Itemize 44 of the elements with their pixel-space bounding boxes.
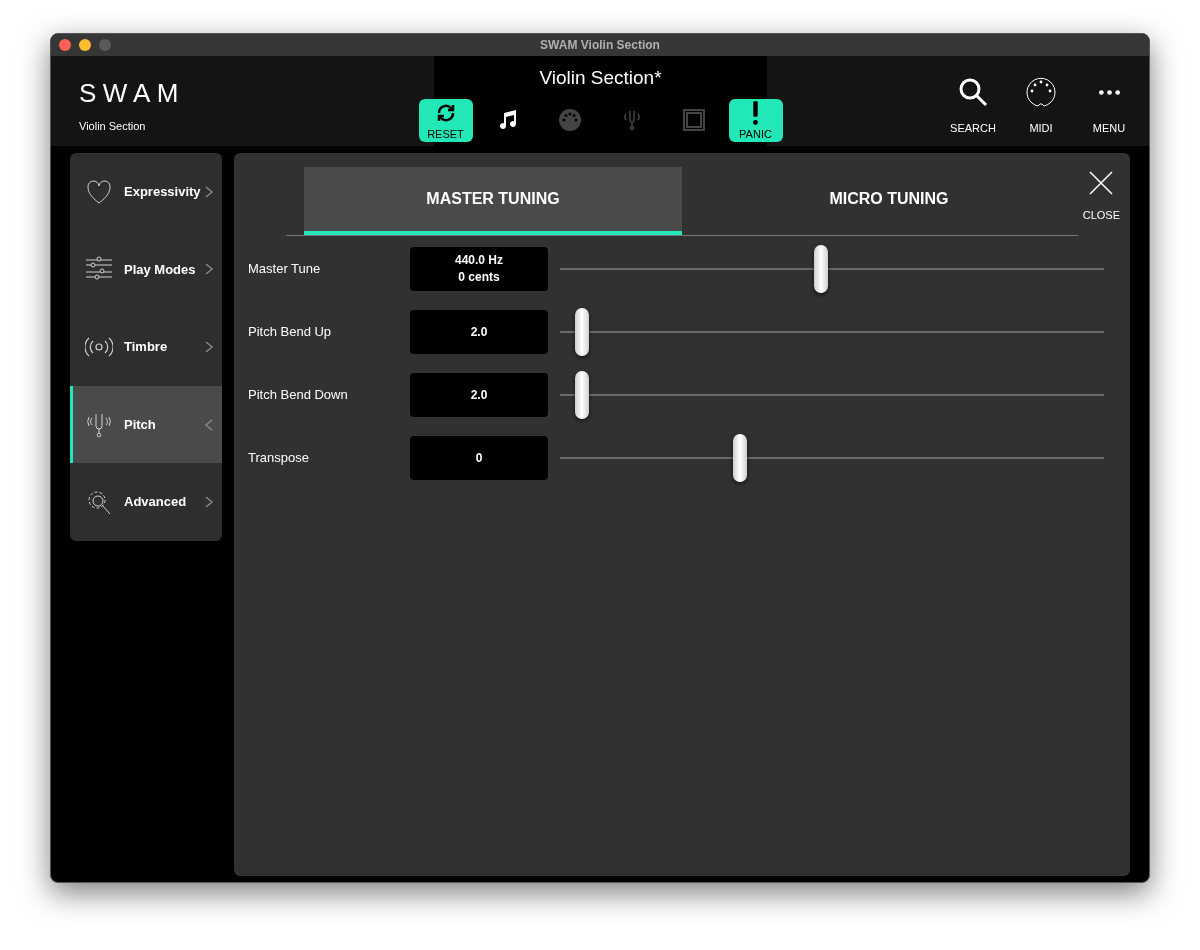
slider-thumb[interactable] (574, 371, 589, 419)
sidebar-item[interactable]: Timbre (70, 308, 222, 386)
close-icon (1089, 171, 1114, 195)
toolbar-button[interactable]: RESET (418, 98, 473, 142)
chevron-right-icon (204, 185, 214, 198)
search-icon (957, 76, 989, 108)
sidebar-item[interactable]: Expressivity (70, 153, 222, 231)
midi-connector-icon (1025, 76, 1057, 108)
minimize-window-button[interactable] (79, 39, 91, 51)
exclamation-icon (753, 100, 758, 125)
header-action-button[interactable]: MIDI (1013, 76, 1069, 137)
parameter-label: Pitch Bend Up (247, 323, 333, 342)
sidebar-item[interactable]: Play Modes (70, 230, 222, 309)
parameter-label: Master Tune (247, 260, 322, 279)
header-action-button[interactable]: SEARCH (945, 76, 1001, 137)
slider-thumb[interactable] (574, 308, 589, 356)
more-icon (1098, 89, 1120, 95)
close-window-button[interactable] (59, 39, 71, 51)
parameter-label: Pitch Bend Down (247, 386, 349, 405)
heart-icon (85, 177, 113, 206)
tab[interactable]: MICRO TUNING (700, 167, 1078, 235)
header-action-button[interactable]: MENU (1081, 76, 1137, 137)
window-title: SWAM Violin Section (540, 37, 660, 54)
chevron-left-icon (204, 418, 214, 431)
gear-search-icon (85, 488, 113, 517)
midi-connector-icon (557, 108, 582, 132)
toolbar-button[interactable]: PANIC (728, 98, 783, 142)
slider-thumb[interactable] (732, 434, 747, 482)
logo: SWAM (79, 80, 186, 106)
parameter-label: Transpose (247, 449, 310, 468)
frame-icon (681, 108, 706, 132)
chevron-right-icon (204, 341, 214, 353)
value-field[interactable]: 2.0 (410, 310, 548, 354)
sidebar-item[interactable]: Pitch (70, 385, 222, 464)
value-field[interactable]: 440.0 Hz 0 cents (410, 247, 548, 291)
value-field[interactable]: 2.0 (410, 373, 548, 417)
slider-thumb[interactable] (814, 245, 829, 293)
preset-name: Violin Section* (539, 66, 662, 90)
sidebar-item[interactable]: Advanced (70, 463, 222, 541)
value-field[interactable]: 0 (410, 436, 548, 480)
chevron-right-icon (204, 263, 214, 276)
tab[interactable]: MASTER TUNING (304, 167, 682, 235)
close-button[interactable]: CLOSE (1082, 171, 1120, 224)
chevron-right-icon (204, 496, 214, 509)
